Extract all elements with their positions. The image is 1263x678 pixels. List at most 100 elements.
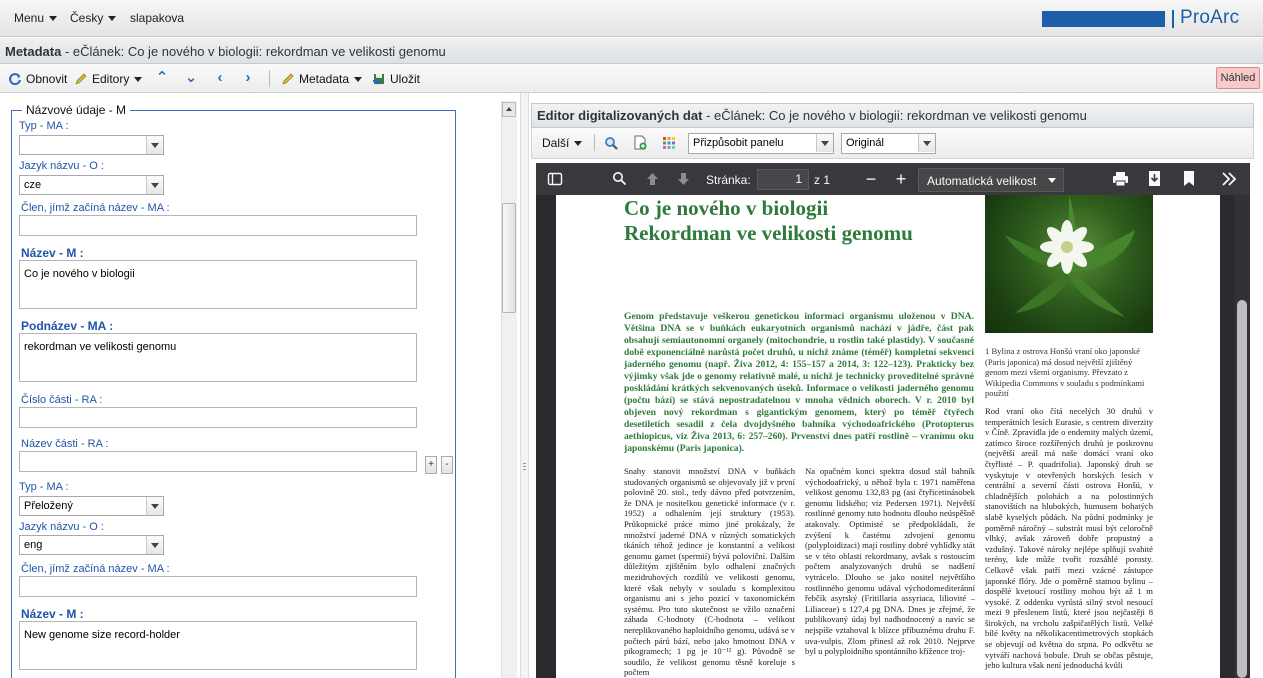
menu-label: Menu bbox=[14, 11, 45, 25]
save-icon bbox=[373, 74, 384, 85]
title-language-select[interactable]: eng bbox=[19, 535, 164, 555]
page-number-input[interactable]: 1 bbox=[757, 169, 809, 190]
download-icon[interactable] bbox=[1147, 170, 1162, 187]
part-name-input[interactable] bbox=[19, 451, 417, 472]
editor-title-rest: - eČlánek: Co je nového v biologii: reko… bbox=[702, 108, 1087, 123]
fit-select[interactable]: Přizpůsobit panelu bbox=[688, 133, 834, 154]
article-title-line2: Rekordman ve velikosti genomu bbox=[624, 221, 913, 245]
title-language-value: cze bbox=[24, 179, 42, 191]
scrollbar-thumb[interactable] bbox=[502, 203, 516, 313]
zoom-select[interactable]: Automatická velikost bbox=[918, 168, 1064, 192]
grid-icon[interactable] bbox=[662, 136, 676, 150]
panel-splitter[interactable] bbox=[520, 93, 529, 678]
brand-logo: ProArc bbox=[1180, 7, 1240, 28]
article-title: Co je nového v biologii Rekordman ve veli… bbox=[624, 196, 913, 246]
editor-title: Editor digitalizovaných dat - eČlánek: C… bbox=[537, 108, 1087, 123]
part-number-input[interactable] bbox=[19, 407, 417, 428]
splitter-grip bbox=[523, 469, 526, 470]
scroll-up-button[interactable] bbox=[502, 102, 516, 117]
title-label: Název - M : bbox=[21, 607, 84, 621]
title-language-value: eng bbox=[24, 539, 43, 551]
nonsort-input[interactable] bbox=[19, 215, 417, 236]
pencil-icon bbox=[75, 73, 87, 85]
pdf-scrollbar-thumb[interactable] bbox=[1237, 300, 1247, 678]
chevron-down-icon bbox=[816, 134, 833, 152]
chevron-down-icon bbox=[918, 134, 935, 152]
menu-dropdown[interactable]: Menu bbox=[14, 11, 58, 25]
type-select-value: Přeložený bbox=[24, 500, 73, 512]
editors-dropdown[interactable]: Editory bbox=[74, 72, 143, 86]
chevron-down-icon bbox=[146, 136, 163, 154]
remove-title-button[interactable]: - bbox=[441, 456, 453, 474]
chevron-down-icon bbox=[108, 16, 117, 22]
page-title-prefix: Metadata bbox=[5, 44, 62, 59]
chevron-left-icon[interactable]: ‹ bbox=[212, 70, 228, 86]
pdf-toolbar bbox=[536, 163, 1250, 195]
add-title-button[interactable]: + bbox=[425, 456, 437, 474]
user-name[interactable]: slapakova bbox=[130, 11, 184, 25]
chevron-down-icon bbox=[49, 16, 58, 22]
toolbar-divider bbox=[594, 134, 595, 151]
refresh-label: Obnovit bbox=[26, 72, 68, 86]
editor-title-bold: Editor digitalizovaných dat bbox=[537, 108, 703, 123]
fit-select-value: Přizpůsobit panelu bbox=[693, 137, 784, 149]
language-dropdown[interactable]: Česky bbox=[70, 11, 117, 25]
next-page-icon[interactable] bbox=[676, 171, 691, 187]
article-column-2: Na opačném konci spektra dosud stál bahn… bbox=[805, 466, 975, 657]
title-language-select[interactable]: cze bbox=[19, 175, 164, 195]
search-icon[interactable] bbox=[612, 171, 627, 186]
article-intro: Genom představuje veškerou genetickou in… bbox=[624, 311, 974, 453]
chevron-down-icon bbox=[146, 536, 163, 554]
type-select[interactable] bbox=[19, 135, 164, 155]
toolbar-divider bbox=[269, 70, 270, 87]
add-page-icon[interactable] bbox=[633, 135, 648, 151]
chevron-down-icon bbox=[134, 76, 143, 82]
fieldset-legend: Názvové údaje - M bbox=[22, 103, 131, 117]
article-column-3: Rod vraní oko čítá necelých 30 druhů v t… bbox=[985, 406, 1153, 671]
chevron-down-icon[interactable]: ⌄ bbox=[183, 70, 199, 86]
chevron-down-icon bbox=[1048, 178, 1056, 183]
metadata-dropdown[interactable]: Metadata bbox=[281, 72, 363, 86]
save-button[interactable]: Uložit bbox=[372, 72, 420, 86]
double-chevron-right-icon[interactable] bbox=[1221, 172, 1237, 186]
print-icon[interactable] bbox=[1112, 171, 1129, 187]
refresh-icon bbox=[9, 73, 21, 86]
zoom-out-icon[interactable]: − bbox=[865, 168, 877, 190]
type-label: Typ - MA : bbox=[19, 120, 69, 132]
nonsort-label: Člen, jímž začíná název - MA : bbox=[21, 202, 170, 214]
brand-logo-bar bbox=[1042, 11, 1165, 27]
title-textarea[interactable]: Co je nového v biologii bbox=[19, 260, 417, 309]
chevron-down-icon bbox=[574, 140, 583, 146]
type-label: Typ - MA : bbox=[19, 481, 69, 493]
preview-button[interactable]: Náhled bbox=[1216, 67, 1260, 89]
editors-label: Editory bbox=[92, 72, 130, 86]
magnifier-icon[interactable] bbox=[604, 136, 619, 151]
type-select[interactable]: Přeložený bbox=[19, 496, 164, 516]
form-scrollbar[interactable] bbox=[501, 101, 517, 678]
save-label: Uložit bbox=[390, 72, 421, 86]
original-select-value: Originál bbox=[846, 137, 884, 149]
language-label: Česky bbox=[70, 11, 104, 25]
sidebar-toggle-icon[interactable] bbox=[547, 171, 563, 187]
bookmark-icon[interactable] bbox=[1183, 170, 1195, 187]
page-label: Stránka: bbox=[706, 173, 751, 187]
title-label: Název - M : bbox=[21, 246, 84, 260]
title-language-label: Jazyk názvu - O : bbox=[19, 521, 104, 533]
chevron-up-icon[interactable]: ⌃ bbox=[154, 70, 170, 86]
subtitle-textarea[interactable]: rekordman ve velikosti genomu bbox=[19, 333, 417, 382]
page-total: z 1 bbox=[814, 173, 831, 187]
zoom-select-value: Automatická velikost bbox=[927, 174, 1037, 188]
chevron-right-icon[interactable]: › bbox=[240, 70, 256, 86]
refresh-button[interactable]: Obnovit bbox=[8, 72, 67, 86]
next-dropdown[interactable]: Další bbox=[542, 136, 583, 150]
subtitle-label: Podnázev - MA : bbox=[21, 319, 114, 333]
part-name-label: Název části - RA : bbox=[21, 438, 109, 450]
title-language-label: Jazyk názvu - O : bbox=[19, 160, 104, 172]
nonsort-input[interactable] bbox=[19, 576, 417, 597]
article-column-1: Snahy stanovit množství DNA v buňkách st… bbox=[624, 466, 795, 678]
zoom-in-icon[interactable]: + bbox=[894, 168, 908, 190]
title-textarea[interactable]: New genome size record-holder bbox=[19, 621, 417, 670]
next-label: Další bbox=[542, 136, 570, 150]
previous-page-icon[interactable] bbox=[645, 171, 660, 187]
original-select[interactable]: Originál bbox=[841, 133, 936, 154]
